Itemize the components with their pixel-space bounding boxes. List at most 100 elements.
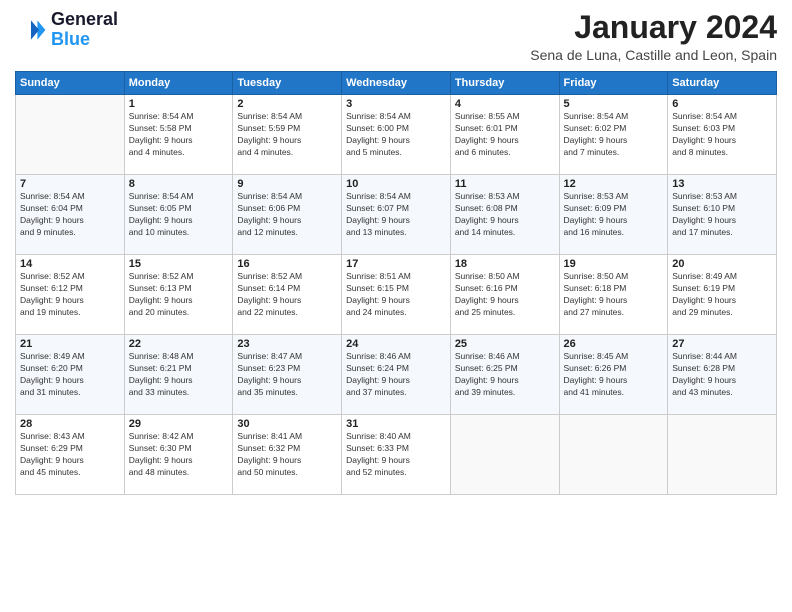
- header-day-monday: Monday: [124, 72, 233, 95]
- day-info: Sunrise: 8:52 AMSunset: 6:14 PMDaylight:…: [237, 271, 337, 319]
- title-block: January 2024 Sena de Luna, Castille and …: [530, 10, 777, 63]
- day-number: 9: [237, 178, 337, 190]
- calendar-cell: 27Sunrise: 8:44 AMSunset: 6:28 PMDayligh…: [668, 335, 777, 415]
- logo-icon: [15, 14, 47, 46]
- header-day-friday: Friday: [559, 72, 668, 95]
- day-info: Sunrise: 8:46 AMSunset: 6:25 PMDaylight:…: [455, 351, 555, 399]
- day-info: Sunrise: 8:52 AMSunset: 6:12 PMDaylight:…: [20, 271, 120, 319]
- day-number: 3: [346, 98, 446, 110]
- calendar-cell: 1Sunrise: 8:54 AMSunset: 5:58 PMDaylight…: [124, 95, 233, 175]
- week-row-2: 14Sunrise: 8:52 AMSunset: 6:12 PMDayligh…: [16, 255, 777, 335]
- day-info: Sunrise: 8:54 AMSunset: 5:58 PMDaylight:…: [129, 111, 229, 159]
- calendar-cell: 28Sunrise: 8:43 AMSunset: 6:29 PMDayligh…: [16, 415, 125, 495]
- day-number: 6: [672, 98, 772, 110]
- calendar-cell: 20Sunrise: 8:49 AMSunset: 6:19 PMDayligh…: [668, 255, 777, 335]
- calendar-cell: 8Sunrise: 8:54 AMSunset: 6:05 PMDaylight…: [124, 175, 233, 255]
- day-number: 24: [346, 338, 446, 350]
- calendar-cell: 16Sunrise: 8:52 AMSunset: 6:14 PMDayligh…: [233, 255, 342, 335]
- calendar-cell: [668, 415, 777, 495]
- day-number: 8: [129, 178, 229, 190]
- week-row-1: 7Sunrise: 8:54 AMSunset: 6:04 PMDaylight…: [16, 175, 777, 255]
- logo-text: General Blue: [51, 10, 118, 50]
- day-number: 19: [564, 258, 664, 270]
- month-title: January 2024: [530, 10, 777, 45]
- calendar-cell: 6Sunrise: 8:54 AMSunset: 6:03 PMDaylight…: [668, 95, 777, 175]
- day-info: Sunrise: 8:42 AMSunset: 6:30 PMDaylight:…: [129, 431, 229, 479]
- header-day-tuesday: Tuesday: [233, 72, 342, 95]
- day-info: Sunrise: 8:54 AMSunset: 6:03 PMDaylight:…: [672, 111, 772, 159]
- calendar-cell: 2Sunrise: 8:54 AMSunset: 5:59 PMDaylight…: [233, 95, 342, 175]
- calendar-cell: 25Sunrise: 8:46 AMSunset: 6:25 PMDayligh…: [450, 335, 559, 415]
- day-number: 5: [564, 98, 664, 110]
- calendar-cell: 31Sunrise: 8:40 AMSunset: 6:33 PMDayligh…: [342, 415, 451, 495]
- logo: General Blue: [15, 10, 118, 50]
- day-info: Sunrise: 8:54 AMSunset: 6:07 PMDaylight:…: [346, 191, 446, 239]
- calendar-cell: 22Sunrise: 8:48 AMSunset: 6:21 PMDayligh…: [124, 335, 233, 415]
- day-number: 30: [237, 418, 337, 430]
- calendar-cell: 9Sunrise: 8:54 AMSunset: 6:06 PMDaylight…: [233, 175, 342, 255]
- day-number: 2: [237, 98, 337, 110]
- day-number: 14: [20, 258, 120, 270]
- day-info: Sunrise: 8:53 AMSunset: 6:09 PMDaylight:…: [564, 191, 664, 239]
- day-info: Sunrise: 8:48 AMSunset: 6:21 PMDaylight:…: [129, 351, 229, 399]
- day-info: Sunrise: 8:52 AMSunset: 6:13 PMDaylight:…: [129, 271, 229, 319]
- day-number: 28: [20, 418, 120, 430]
- day-info: Sunrise: 8:44 AMSunset: 6:28 PMDaylight:…: [672, 351, 772, 399]
- calendar-cell: 17Sunrise: 8:51 AMSunset: 6:15 PMDayligh…: [342, 255, 451, 335]
- day-info: Sunrise: 8:54 AMSunset: 6:06 PMDaylight:…: [237, 191, 337, 239]
- header: General Blue January 2024 Sena de Luna, …: [15, 10, 777, 63]
- day-info: Sunrise: 8:40 AMSunset: 6:33 PMDaylight:…: [346, 431, 446, 479]
- calendar-cell: 18Sunrise: 8:50 AMSunset: 6:16 PMDayligh…: [450, 255, 559, 335]
- location-title: Sena de Luna, Castille and Leon, Spain: [530, 47, 777, 63]
- calendar-cell: 10Sunrise: 8:54 AMSunset: 6:07 PMDayligh…: [342, 175, 451, 255]
- day-number: 12: [564, 178, 664, 190]
- day-number: 10: [346, 178, 446, 190]
- day-info: Sunrise: 8:43 AMSunset: 6:29 PMDaylight:…: [20, 431, 120, 479]
- day-number: 20: [672, 258, 772, 270]
- day-info: Sunrise: 8:49 AMSunset: 6:19 PMDaylight:…: [672, 271, 772, 319]
- day-number: 21: [20, 338, 120, 350]
- day-info: Sunrise: 8:54 AMSunset: 5:59 PMDaylight:…: [237, 111, 337, 159]
- calendar-cell: [559, 415, 668, 495]
- week-row-0: 1Sunrise: 8:54 AMSunset: 5:58 PMDaylight…: [16, 95, 777, 175]
- day-info: Sunrise: 8:47 AMSunset: 6:23 PMDaylight:…: [237, 351, 337, 399]
- calendar-cell: 23Sunrise: 8:47 AMSunset: 6:23 PMDayligh…: [233, 335, 342, 415]
- day-number: 17: [346, 258, 446, 270]
- day-number: 27: [672, 338, 772, 350]
- day-number: 26: [564, 338, 664, 350]
- calendar-cell: 30Sunrise: 8:41 AMSunset: 6:32 PMDayligh…: [233, 415, 342, 495]
- calendar-cell: [450, 415, 559, 495]
- calendar-cell: 3Sunrise: 8:54 AMSunset: 6:00 PMDaylight…: [342, 95, 451, 175]
- calendar-cell: 12Sunrise: 8:53 AMSunset: 6:09 PMDayligh…: [559, 175, 668, 255]
- logo-line1: General: [51, 10, 118, 30]
- logo-line2: Blue: [51, 30, 118, 50]
- day-number: 18: [455, 258, 555, 270]
- calendar-cell: 26Sunrise: 8:45 AMSunset: 6:26 PMDayligh…: [559, 335, 668, 415]
- day-info: Sunrise: 8:51 AMSunset: 6:15 PMDaylight:…: [346, 271, 446, 319]
- day-number: 4: [455, 98, 555, 110]
- calendar-cell: 29Sunrise: 8:42 AMSunset: 6:30 PMDayligh…: [124, 415, 233, 495]
- day-info: Sunrise: 8:54 AMSunset: 6:02 PMDaylight:…: [564, 111, 664, 159]
- calendar-cell: 14Sunrise: 8:52 AMSunset: 6:12 PMDayligh…: [16, 255, 125, 335]
- calendar-cell: 15Sunrise: 8:52 AMSunset: 6:13 PMDayligh…: [124, 255, 233, 335]
- day-number: 22: [129, 338, 229, 350]
- day-number: 16: [237, 258, 337, 270]
- day-info: Sunrise: 8:49 AMSunset: 6:20 PMDaylight:…: [20, 351, 120, 399]
- header-day-sunday: Sunday: [16, 72, 125, 95]
- calendar-cell: 5Sunrise: 8:54 AMSunset: 6:02 PMDaylight…: [559, 95, 668, 175]
- day-info: Sunrise: 8:45 AMSunset: 6:26 PMDaylight:…: [564, 351, 664, 399]
- day-info: Sunrise: 8:50 AMSunset: 6:16 PMDaylight:…: [455, 271, 555, 319]
- day-number: 23: [237, 338, 337, 350]
- week-row-4: 28Sunrise: 8:43 AMSunset: 6:29 PMDayligh…: [16, 415, 777, 495]
- day-number: 11: [455, 178, 555, 190]
- day-info: Sunrise: 8:54 AMSunset: 6:05 PMDaylight:…: [129, 191, 229, 239]
- calendar-cell: 4Sunrise: 8:55 AMSunset: 6:01 PMDaylight…: [450, 95, 559, 175]
- calendar-cell: [16, 95, 125, 175]
- calendar-cell: 11Sunrise: 8:53 AMSunset: 6:08 PMDayligh…: [450, 175, 559, 255]
- day-info: Sunrise: 8:53 AMSunset: 6:08 PMDaylight:…: [455, 191, 555, 239]
- calendar-cell: 7Sunrise: 8:54 AMSunset: 6:04 PMDaylight…: [16, 175, 125, 255]
- day-number: 25: [455, 338, 555, 350]
- page: General Blue January 2024 Sena de Luna, …: [0, 0, 792, 612]
- calendar-table: SundayMondayTuesdayWednesdayThursdayFrid…: [15, 71, 777, 495]
- header-day-wednesday: Wednesday: [342, 72, 451, 95]
